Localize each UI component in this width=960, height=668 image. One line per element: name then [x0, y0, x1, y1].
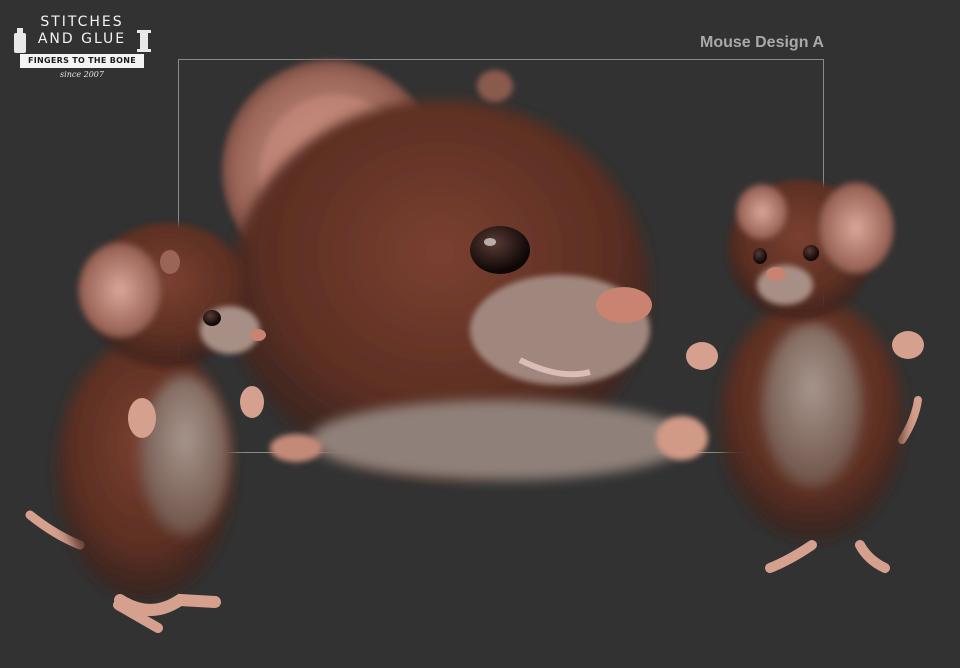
right-mouse-paw-right [892, 331, 924, 359]
logo-line2: AND GLUE [37, 31, 127, 47]
left-mouse-paw [128, 398, 156, 438]
right-mouse [686, 180, 924, 573]
right-mouse-tail [898, 396, 922, 444]
right-mouse-ear-right [818, 182, 894, 274]
left-mouse-foot [114, 593, 221, 616]
right-mouse-eye-left [753, 248, 767, 264]
spool-icon [137, 30, 151, 52]
right-mouse-eye-right [803, 245, 819, 261]
logo-since: since 2007 [60, 70, 104, 79]
left-mouse-nose [250, 329, 266, 341]
right-mouse-paw-left [686, 342, 718, 370]
bottle-icon [14, 28, 26, 53]
closeup-eye [470, 226, 530, 274]
right-mouse-foot-left [765, 540, 817, 573]
logo-ribbon: FINGERS TO THE BONE [20, 54, 144, 68]
closeup-chest [310, 400, 690, 480]
right-mouse-foot-right [855, 540, 890, 573]
left-mouse-eye [203, 310, 221, 326]
closeup-head [222, 60, 708, 480]
right-mouse-ear-left [736, 184, 788, 240]
artwork-canvas: STITCHES AND GLUE FINGERS TO THE BONE si… [0, 0, 960, 668]
mouse-illustration [25, 60, 924, 633]
closeup-nose [596, 287, 652, 323]
page-title: Mouse Design A [700, 34, 824, 51]
brand-logo: STITCHES AND GLUE FINGERS TO THE BONE si… [12, 14, 152, 84]
left-mouse [25, 223, 266, 633]
left-mouse-ear [78, 242, 162, 338]
closeup-paw [656, 416, 708, 460]
logo-line1: STITCHES [40, 14, 124, 30]
right-mouse-nose [766, 267, 786, 281]
